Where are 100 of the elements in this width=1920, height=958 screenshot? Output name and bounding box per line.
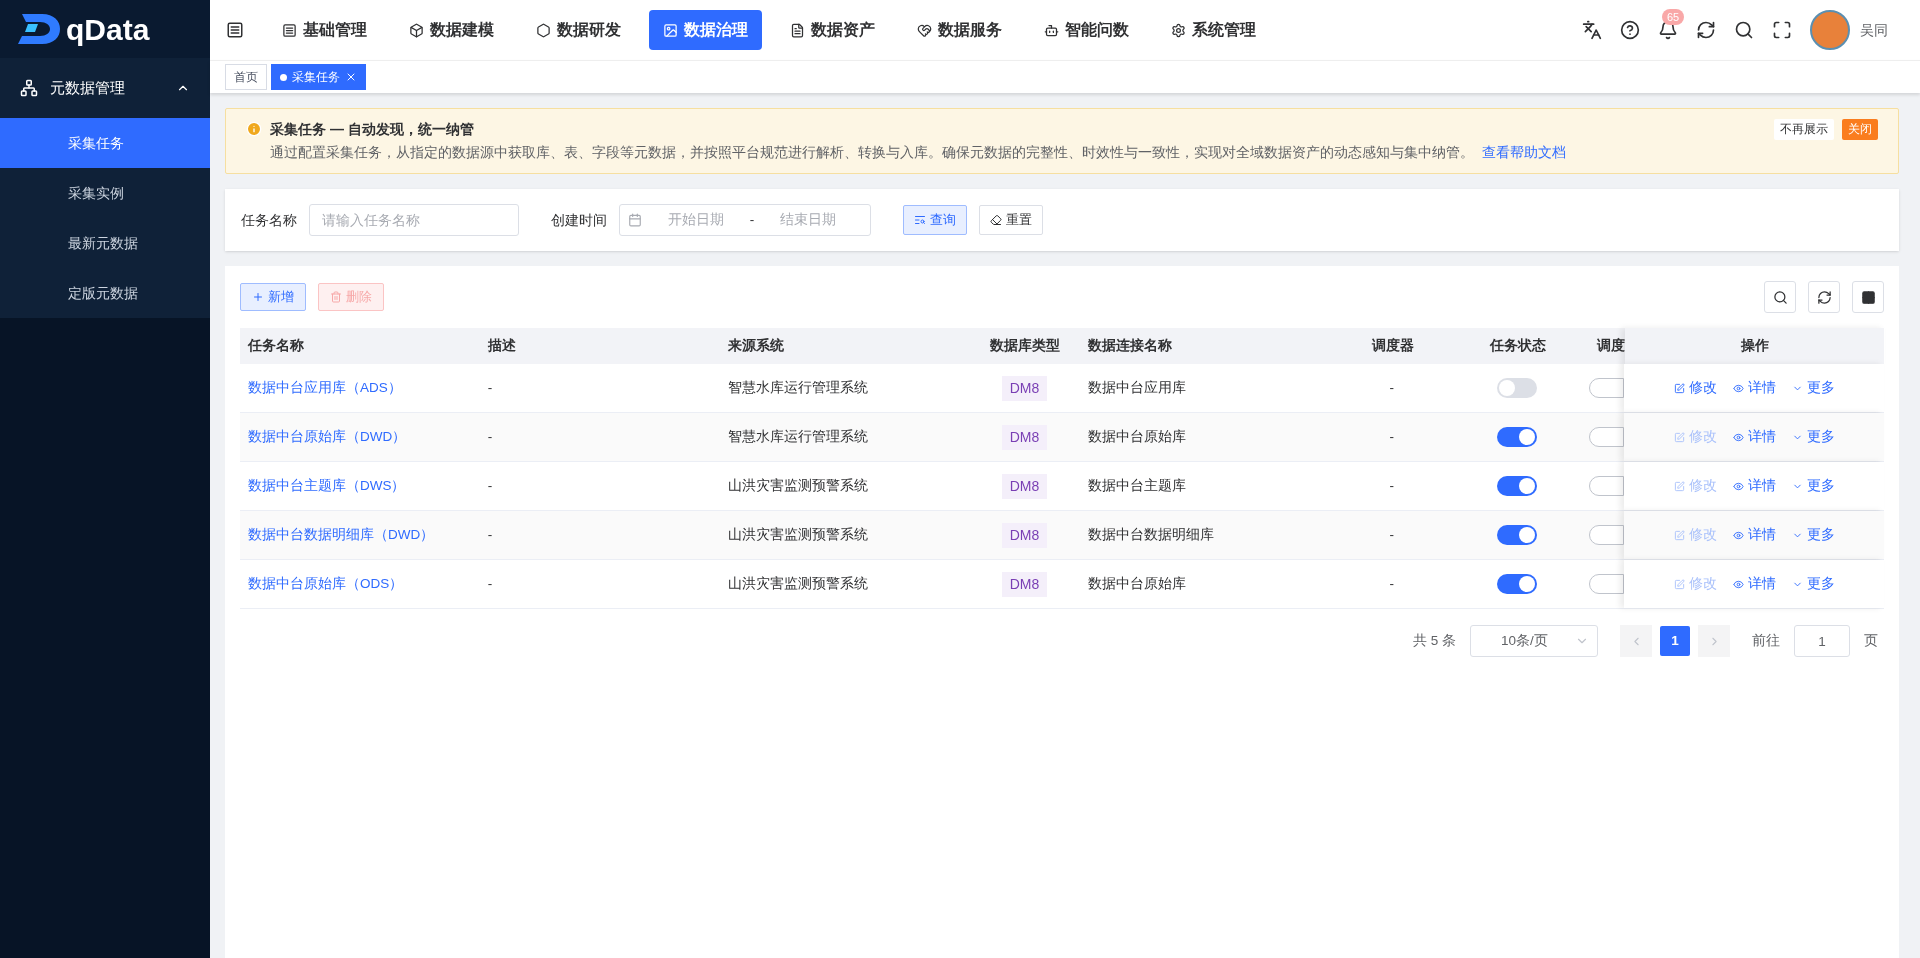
name-input[interactable]: 请输入任务名称: [309, 204, 519, 237]
task-name-link[interactable]: 数据中台原始库（DWD）: [248, 427, 407, 448]
schedule-switch[interactable]: [1589, 427, 1625, 448]
user-name[interactable]: 吴同: [1860, 19, 1888, 41]
task-name-link[interactable]: 数据中台应用库（ADS）: [248, 378, 402, 399]
name-label: 任务名称: [241, 210, 297, 230]
more-link[interactable]: 更多: [1791, 525, 1835, 546]
table-cell-text: 数据中台原始库: [1087, 575, 1186, 594]
table-cell-text: 智慧水库运行管理系统: [727, 379, 868, 398]
page-tab[interactable]: 首页: [225, 64, 267, 90]
detail-link[interactable]: 详情: [1732, 378, 1776, 399]
table-cell-text: 山洪灾害监测预警系统: [727, 526, 868, 545]
table-cell-text: -: [487, 379, 493, 398]
sidebar-item[interactable]: 采集实例: [0, 168, 210, 218]
table-cell-text: -: [1389, 428, 1395, 447]
table-cell-text: -: [487, 575, 493, 594]
fullscreen-icon[interactable]: [1772, 20, 1792, 40]
task-name-link[interactable]: 数据中台原始库（ODS）: [248, 574, 404, 595]
task-name-link[interactable]: 数据中台数据明细库（DWD）: [248, 525, 435, 546]
schedule-switch[interactable]: [1589, 378, 1625, 399]
detail-link[interactable]: 详情: [1732, 476, 1776, 497]
db-type-tag: DM8: [1001, 424, 1048, 450]
schedule-switch[interactable]: [1589, 574, 1625, 595]
detail-link[interactable]: 详情: [1732, 574, 1776, 595]
robot-icon: [1044, 22, 1059, 38]
notice-text: 通过配置采集任务，从指定的数据源中获取库、表、字段等元数据，并按照平台规范进行解析、转换与入库。确保元数据的完整性、时效性与一致性，实现对全域数据资产的动态感知与集中纳管。 查看帮助文档: [270, 144, 1567, 162]
refresh-button[interactable]: [1808, 281, 1840, 314]
page-suffix: 页: [1864, 632, 1878, 651]
nav-tab[interactable]: 数据建模: [395, 10, 508, 50]
add-button[interactable]: 新增: [240, 283, 306, 312]
schedule-switch[interactable]: [1589, 525, 1625, 546]
query-button[interactable]: 查询: [903, 205, 967, 236]
sidebar-item[interactable]: 最新元数据: [0, 218, 210, 268]
task-status-switch[interactable]: [1496, 378, 1537, 399]
table-cell-text: 山洪灾害监测预警系统: [727, 575, 868, 594]
hide-button[interactable]: 不再展示: [1774, 119, 1834, 141]
network-icon: [20, 79, 38, 97]
calendar-icon: [628, 213, 642, 228]
help-link[interactable]: 查看帮助文档: [1481, 145, 1566, 160]
more-link[interactable]: 更多: [1791, 427, 1835, 448]
avatar[interactable]: [1810, 10, 1850, 50]
close-button[interactable]: 关闭: [1842, 119, 1878, 141]
more-link[interactable]: 更多: [1791, 378, 1835, 399]
eye-icon: [1732, 480, 1744, 492]
menu-icon[interactable]: [226, 21, 244, 39]
task-status-switch[interactable]: [1496, 525, 1537, 546]
grid-button[interactable]: [1852, 281, 1884, 314]
detail-link[interactable]: 详情: [1732, 427, 1776, 448]
date-range-field[interactable]: 开始日期 - 结束日期: [619, 204, 871, 237]
task-name-link[interactable]: 数据中台主题库（DWS）: [248, 476, 406, 497]
column-header: 数据库类型: [990, 337, 1060, 356]
sidebar-item[interactable]: 定版元数据: [0, 268, 210, 318]
table-cell-text: -: [1389, 575, 1395, 594]
close-icon[interactable]: [345, 71, 357, 83]
search-icon: [1772, 289, 1788, 305]
nav-tab[interactable]: 数据研发: [522, 10, 635, 50]
sidebar-group[interactable]: 元数据管理: [0, 58, 210, 118]
eye-icon: [1732, 529, 1744, 541]
nav-tab[interactable]: 智能问数: [1030, 10, 1143, 50]
detail-link[interactable]: 详情: [1732, 525, 1776, 546]
search-icon[interactable]: [1734, 20, 1754, 40]
schedule-switch[interactable]: [1589, 476, 1625, 497]
help-icon[interactable]: [1620, 20, 1640, 40]
more-link[interactable]: 更多: [1791, 574, 1835, 595]
task-status-switch[interactable]: [1496, 427, 1537, 448]
db-type-tag: DM8: [1001, 375, 1048, 401]
trash-icon: [330, 291, 342, 304]
more-link[interactable]: 更多: [1791, 476, 1835, 497]
nav-tab[interactable]: 系统管理: [1157, 10, 1270, 50]
table-cell-text: 山洪灾害监测预警系统: [727, 477, 868, 496]
edit-icon: [1673, 578, 1685, 590]
nav-tab[interactable]: 数据服务: [903, 10, 1016, 50]
table-cell-text: 数据中台数据明细库: [1087, 526, 1214, 545]
eye-icon: [1732, 431, 1744, 443]
table-cell-text: -: [487, 477, 493, 496]
task-status-switch[interactable]: [1496, 476, 1537, 497]
db-type-tag: DM8: [1001, 522, 1048, 548]
table-cell-text: 智慧水库运行管理系统: [727, 428, 868, 447]
sidebar-item[interactable]: 采集任务: [0, 118, 210, 168]
column-header: 任务名称: [248, 337, 304, 356]
page-tab[interactable]: 采集任务: [271, 64, 366, 90]
page-button[interactable]: 1: [1660, 626, 1690, 657]
goto-input[interactable]: 1: [1794, 625, 1850, 658]
table-cell-text: -: [1389, 379, 1395, 398]
search-button[interactable]: [1764, 281, 1796, 314]
bell-icon[interactable]: [1658, 20, 1678, 40]
task-status-switch[interactable]: [1496, 574, 1537, 595]
table-cell-text: -: [487, 526, 493, 545]
reset-button[interactable]: 重置: [979, 205, 1043, 236]
nav-tab[interactable]: 数据治理: [649, 10, 762, 50]
page-size-select[interactable]: 10条/页: [1470, 625, 1598, 658]
translate-icon[interactable]: [1582, 20, 1602, 40]
nav-tab[interactable]: 数据资产: [776, 10, 889, 50]
column-header: 数据连接名称: [1088, 337, 1172, 356]
notice-title: 采集任务 — 自动发现，统一纳管: [270, 120, 475, 139]
image-icon: [663, 22, 678, 38]
eye-icon: [1732, 578, 1744, 590]
nav-tab[interactable]: 基础管理: [268, 10, 381, 50]
refresh-icon[interactable]: [1696, 20, 1716, 40]
edit-link[interactable]: 修改: [1673, 378, 1717, 399]
